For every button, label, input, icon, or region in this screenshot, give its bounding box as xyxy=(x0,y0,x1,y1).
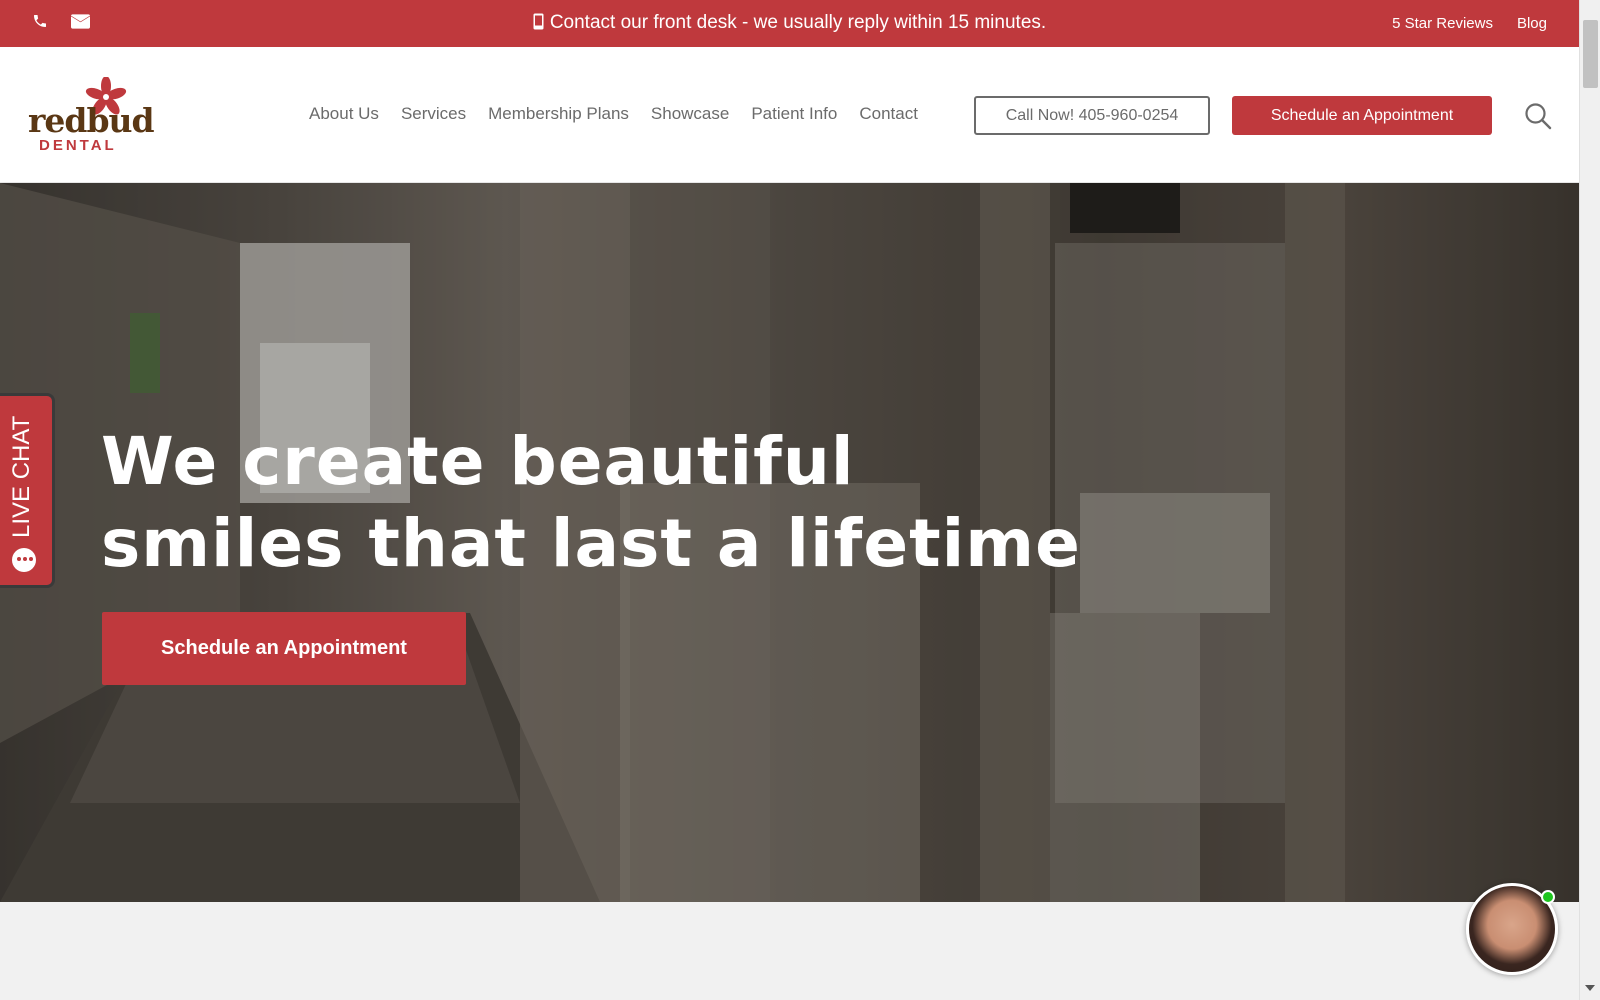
top-links: 5 Star Reviews Blog xyxy=(1392,15,1547,32)
live-chat-label: LIVE CHAT xyxy=(8,415,35,538)
main-nav: About Us Services Membership Plans Showc… xyxy=(309,104,940,124)
search-icon[interactable] xyxy=(1524,102,1552,130)
scroll-down-arrow-icon[interactable] xyxy=(1585,985,1595,991)
schedule-appointment-button[interactable]: Schedule an Appointment xyxy=(1232,96,1492,135)
hero-schedule-appointment-button[interactable]: Schedule an Appointment xyxy=(102,612,466,685)
nav-patient-info[interactable]: Patient Info xyxy=(751,104,837,124)
chat-agent-avatar[interactable] xyxy=(1466,883,1558,975)
nav-services[interactable]: Services xyxy=(401,104,466,124)
front-desk-notice: Contact our front desk - we usually repl… xyxy=(0,12,1579,36)
hero-headline-line-1: We create beautiful xyxy=(101,423,855,500)
logo-wordmark: redbud xyxy=(28,101,155,140)
front-desk-notice-text: Contact our front desk - we usually repl… xyxy=(549,12,1047,33)
redbud-dental-logo[interactable]: redbud DENTAL xyxy=(26,77,155,159)
scrollbar-thumb[interactable] xyxy=(1583,20,1598,88)
hero-section: We create beautiful smiles that last a l… xyxy=(0,183,1579,902)
hero-headline: We create beautiful smiles that last a l… xyxy=(101,421,1101,585)
link-5-star-reviews[interactable]: 5 Star Reviews xyxy=(1392,15,1493,32)
nav-membership-plans[interactable]: Membership Plans xyxy=(488,104,629,124)
nav-contact[interactable]: Contact xyxy=(859,104,918,124)
page-scrollbar[interactable] xyxy=(1579,0,1600,1000)
logo-subtitle: DENTAL xyxy=(39,137,117,154)
link-blog[interactable]: Blog xyxy=(1517,15,1547,32)
site-header: redbud DENTAL About Us Services Membersh… xyxy=(0,47,1579,183)
nav-about-us[interactable]: About Us xyxy=(309,104,379,124)
lower-content-area xyxy=(0,902,1579,1000)
top-contact-bar: Contact our front desk - we usually repl… xyxy=(0,0,1579,47)
nav-showcase[interactable]: Showcase xyxy=(651,104,729,124)
call-now-button[interactable]: Call Now! 405-960-0254 xyxy=(974,96,1210,135)
online-status-indicator xyxy=(1541,890,1555,904)
mobile-icon xyxy=(533,13,544,36)
chat-bubble-icon xyxy=(10,546,40,581)
hero-headline-line-2: smiles that last a lifetime xyxy=(101,505,1081,582)
live-chat-tab[interactable]: LIVE CHAT xyxy=(0,393,55,588)
